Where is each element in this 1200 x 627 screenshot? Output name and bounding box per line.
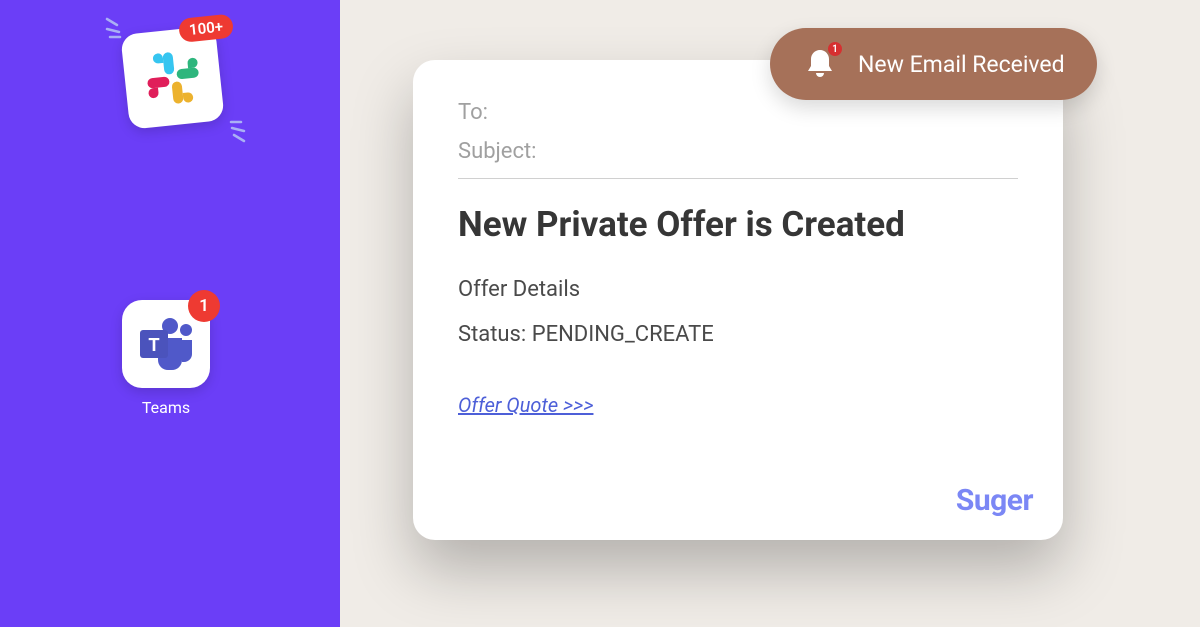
teams-app-icon[interactable]: T 1 (122, 300, 210, 388)
svg-text:T: T (149, 335, 160, 355)
slack-app-icon[interactable]: 100+ (120, 25, 224, 129)
email-section: Offer Details (458, 277, 1018, 302)
bell-badge: 1 (826, 40, 844, 58)
to-label: To: (458, 100, 1018, 125)
notification-pill[interactable]: 1 New Email Received (770, 28, 1097, 100)
slack-logo-icon (140, 45, 206, 111)
motion-lines-icon (225, 120, 245, 140)
teams-label: Teams (122, 398, 210, 417)
email-card: To: Subject: New Private Offer is Create… (413, 60, 1063, 540)
teams-badge: 1 (188, 290, 220, 322)
email-title: New Private Offer is Created (458, 203, 1018, 247)
email-status: Status: PENDING_CREATE (458, 322, 1018, 347)
suger-brand-logo: Suger (956, 483, 1033, 518)
motion-lines-icon (105, 15, 125, 35)
notification-text: New Email Received (858, 51, 1065, 78)
offer-quote-link[interactable]: Offer Quote >>> (458, 393, 593, 417)
subject-label: Subject: (458, 139, 1018, 164)
teams-logo-icon: T (136, 316, 196, 372)
divider (458, 178, 1018, 179)
